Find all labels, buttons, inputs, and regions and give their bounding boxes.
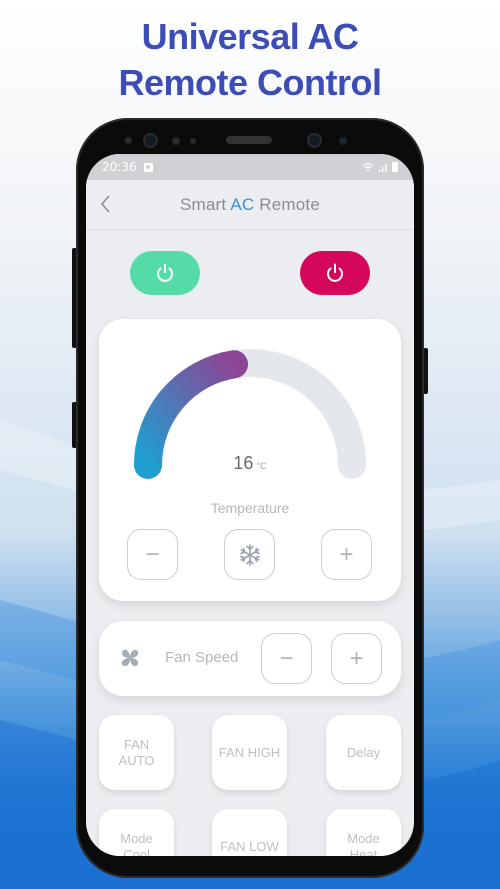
tile-label-line1: FAN LOW: [220, 838, 279, 854]
power-off-button[interactable]: [300, 251, 370, 295]
power-icon: [327, 263, 343, 282]
promo-title: Universal AC Remote Control: [0, 14, 500, 106]
tile-label-line1: FAN HIGH: [218, 744, 281, 760]
iris-camera: [307, 133, 322, 148]
promo-title-line2: Remote Control: [118, 62, 383, 103]
fan-speed-decrease-button[interactable]: −: [261, 633, 312, 684]
fan-high-button[interactable]: FAN HIGH: [212, 715, 287, 790]
power-on-button[interactable]: [130, 251, 200, 295]
mode-cool-tile-button[interactable]: Mode Cool: [99, 809, 174, 856]
fan-auto-button[interactable]: FAN AUTO: [99, 715, 174, 790]
front-camera: [143, 133, 158, 148]
earpiece-speaker: [226, 136, 272, 144]
tile-label-line2: Cool: [123, 846, 150, 857]
tile-label: Delay: [347, 745, 380, 761]
minus-icon: −: [145, 540, 160, 568]
tile-label: FAN HIGH: [219, 745, 280, 761]
temperature-readout: 16 °C: [99, 453, 401, 474]
wifi-icon: [362, 163, 374, 172]
sensor-dot: [339, 137, 347, 145]
fan-speed-increase-button[interactable]: +: [331, 633, 382, 684]
mode-heat-button[interactable]: Mode Heat: [326, 809, 401, 856]
promo-title-line1: Universal AC: [141, 16, 359, 57]
signal-icon: [379, 164, 387, 172]
status-bar: 20:36: [86, 154, 414, 180]
tile-label: FAN AUTO: [119, 737, 155, 769]
fan-speed-label: Fan Speed: [165, 649, 239, 666]
snowflake-icon: [239, 543, 260, 566]
app-title-accent: AC: [230, 194, 255, 214]
temperature-label: Temperature: [210, 500, 290, 516]
status-time: 20:36: [102, 160, 137, 174]
app-bar: Smart AC Remote: [86, 180, 414, 230]
gauge-fill: [134, 350, 249, 479]
tile-label-line2: Heat: [349, 846, 378, 857]
temperature-increase-button[interactable]: +: [321, 529, 372, 580]
back-button[interactable]: [98, 193, 118, 217]
plus-icon: +: [339, 540, 354, 568]
power-icon: [157, 263, 173, 282]
tile-label: Mode Heat: [347, 831, 380, 857]
sensor-dot: [125, 137, 132, 144]
app-title: Smart AC Remote: [180, 195, 320, 215]
sensor-dot: [172, 137, 180, 145]
chevron-left-icon: [100, 195, 110, 213]
app-title-suffix: Remote: [254, 194, 320, 214]
temperature-decrease-button[interactable]: −: [127, 529, 178, 580]
fan-icon: [121, 649, 139, 667]
notification-icon: [143, 162, 153, 172]
temperature-value: 16: [233, 453, 254, 473]
battery-icon: [392, 162, 398, 172]
tile-label: FAN LOW: [220, 839, 279, 855]
tile-label-line1: Mode: [347, 830, 380, 846]
sensor-dot: [190, 138, 196, 144]
temperature-card: 16 °C Temperature − +: [99, 319, 401, 601]
mode-cool-button[interactable]: [224, 529, 275, 580]
temperature-unit: °C: [256, 461, 267, 471]
tile-label: Mode Cool: [120, 831, 153, 857]
delay-button[interactable]: Delay: [326, 715, 401, 790]
tile-label-line1: Mode: [120, 830, 153, 846]
plus-icon: +: [349, 644, 364, 672]
tile-label-line1: Delay: [346, 744, 381, 760]
fan-speed-card: Fan Speed − +: [99, 621, 401, 696]
tile-label-line1: FAN: [123, 736, 150, 752]
tile-label-line2: AUTO: [118, 752, 155, 768]
fan-low-button[interactable]: FAN LOW: [212, 809, 287, 856]
app-screen: 20:36 Smart AC Remote 16 °C Temperature …: [86, 154, 414, 856]
minus-icon: −: [279, 644, 294, 672]
app-title-prefix: Smart: [179, 194, 231, 214]
